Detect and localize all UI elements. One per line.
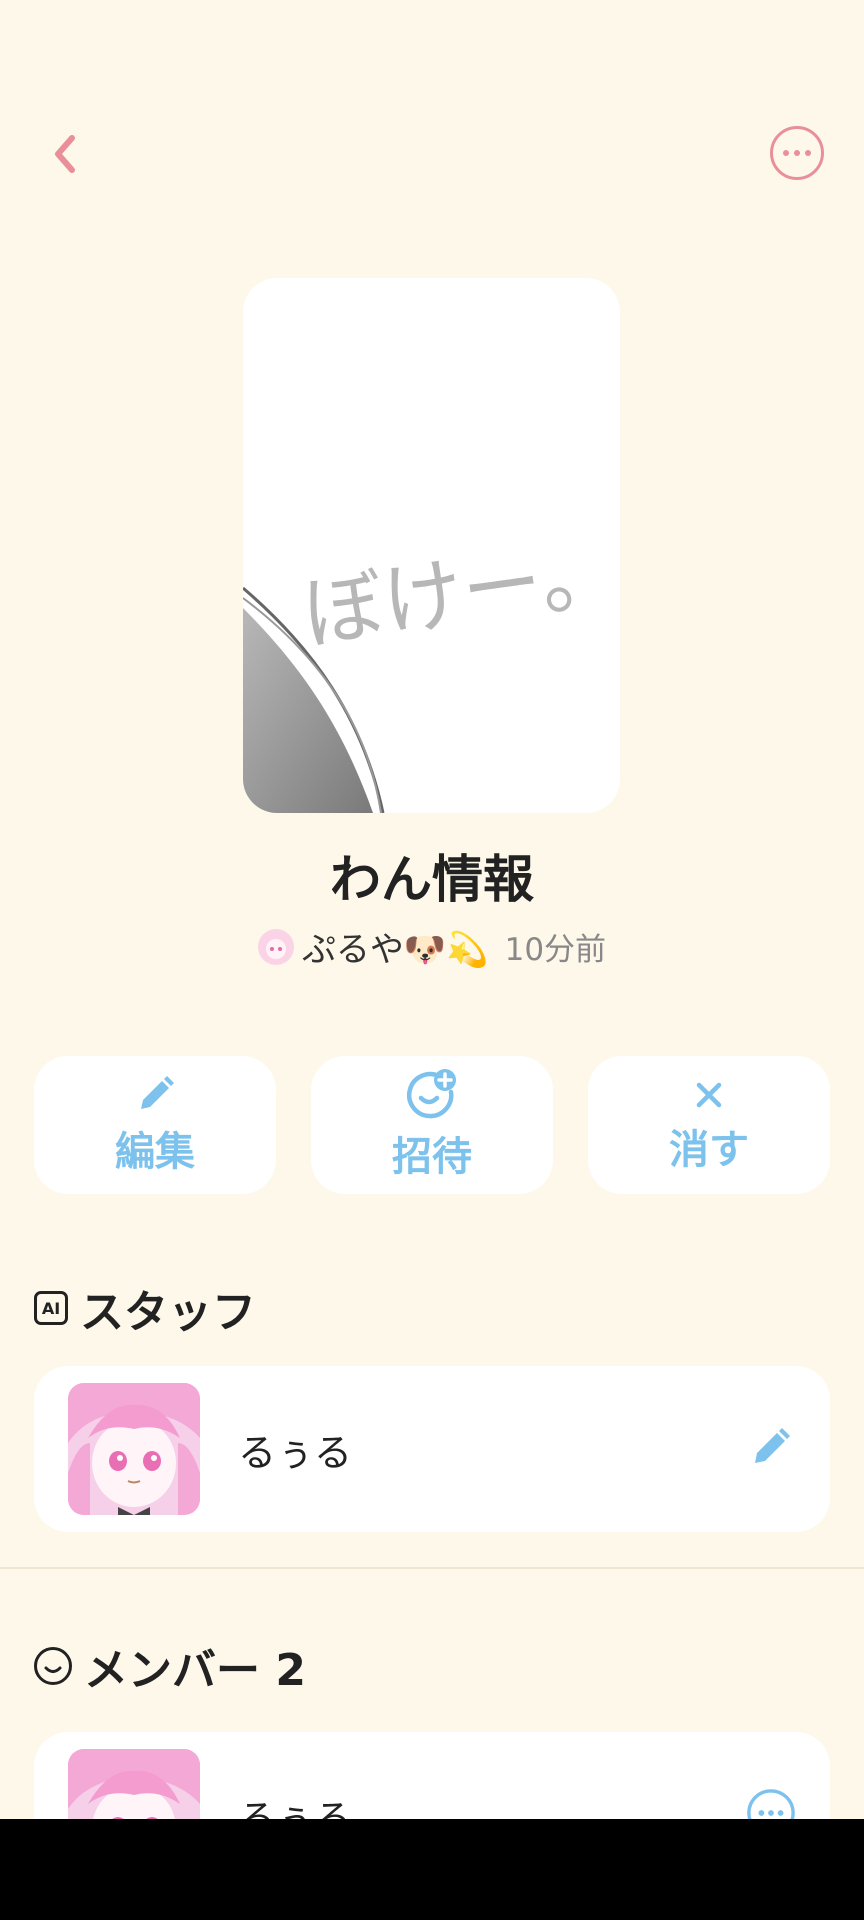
system-navigation-bar <box>0 1819 864 1920</box>
handwritten-text: ぼけー。 <box>298 525 620 662</box>
author-name[interactable]: ぷるや🐶💫 <box>302 922 489 971</box>
delete-button-label: 消す <box>669 1127 749 1173</box>
invite-button[interactable]: 招待 <box>311 1056 553 1194</box>
delete-button[interactable]: 消す <box>588 1056 830 1194</box>
cover-illustration: ぼけー。 <box>243 525 620 813</box>
back-button[interactable] <box>40 122 90 186</box>
member-section-title: メンバー 2 <box>84 1645 306 1696</box>
member-section-header: メンバー 2 <box>34 1634 306 1698</box>
edit-button-label: 編集 <box>115 1129 195 1175</box>
member-name: るぅる <box>238 1431 353 1475</box>
member-avatar <box>68 1383 200 1515</box>
room-title: わん情報 <box>329 851 534 910</box>
ai-badge-icon: AI <box>34 1291 68 1325</box>
chevron-left-icon <box>55 135 75 173</box>
edit-member-button[interactable] <box>746 1422 796 1472</box>
post-time: 10分前 <box>504 932 607 968</box>
section-divider <box>0 1567 864 1569</box>
pencil-icon <box>755 1428 790 1463</box>
pencil-icon <box>141 1076 174 1109</box>
close-icon <box>696 1082 722 1108</box>
smile-icon <box>34 1647 72 1685</box>
invite-button-label: 招待 <box>392 1134 472 1180</box>
cover-image[interactable]: ぼけー。 <box>243 278 620 813</box>
edit-button[interactable]: 編集 <box>34 1056 276 1194</box>
staff-member-row[interactable]: るぅる <box>34 1366 830 1532</box>
more-horizontal-circle-icon <box>783 150 789 156</box>
room-meta: ぷるや🐶💫 10分前 <box>0 922 864 971</box>
author-avatar[interactable] <box>257 928 294 965</box>
staff-section-header: AI スタッフ <box>34 1276 256 1340</box>
svg-text:ぼけー。: ぼけー。 <box>298 525 620 662</box>
add-person-icon <box>407 1069 456 1119</box>
staff-section-title: スタッフ <box>80 1287 256 1338</box>
more-options-button[interactable] <box>770 126 824 180</box>
